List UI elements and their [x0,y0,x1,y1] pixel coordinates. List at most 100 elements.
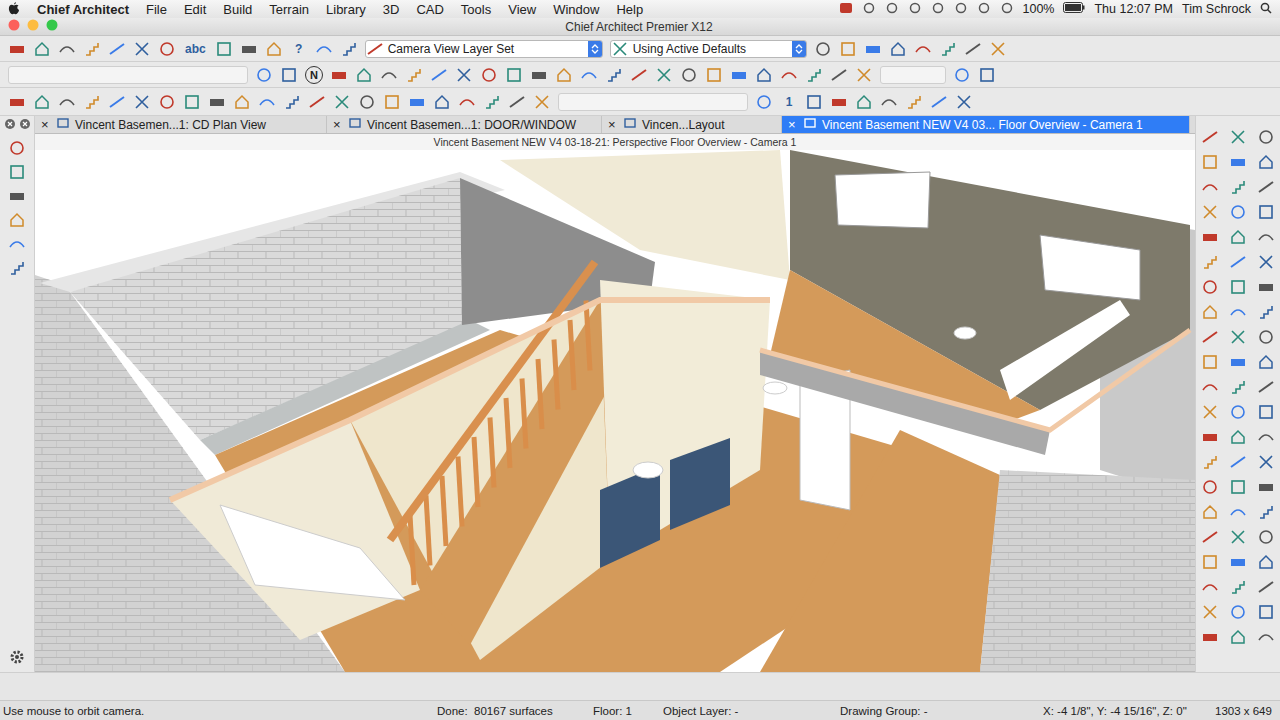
status-menu-icon[interactable] [908,2,922,17]
menu-item[interactable]: Build [223,2,252,17]
tool-icon[interactable] [755,66,773,84]
tool-icon[interactable] [1257,553,1275,571]
tool-icon[interactable] [265,40,283,58]
perspective-render[interactable] [35,150,1195,672]
tool-icon[interactable] [1229,303,1247,321]
tool-icon[interactable] [333,93,351,111]
tool-icon[interactable] [430,66,448,84]
tool-icon[interactable] [1257,603,1275,621]
clock[interactable]: Thu 12:07 PM [1094,2,1173,16]
tool-icon[interactable] [830,93,848,111]
status-menu-icon[interactable] [954,2,968,17]
tool-icon[interactable] [158,40,176,58]
tool-icon[interactable] [8,93,26,111]
tool-icon[interactable] [83,93,101,111]
menu-item[interactable]: Help [616,2,643,17]
tool-icon[interactable] [1201,353,1219,371]
tool-icon[interactable] [280,66,298,84]
tool-icon[interactable] [1201,453,1219,471]
layer-set-dropdown[interactable]: Camera View Layer Set [365,40,603,58]
tool-icon[interactable] [255,66,273,84]
floor-number[interactable]: 1 [780,93,798,111]
status-menu-icon[interactable] [862,2,876,17]
camera-tool-icon[interactable] [8,187,26,205]
tool-icon[interactable] [1201,603,1219,621]
tool-icon[interactable] [480,66,498,84]
tool-icon[interactable] [1201,528,1219,546]
tool-icon[interactable] [978,66,996,84]
status-menu-icon[interactable] [931,2,945,17]
status-menu-icon[interactable] [1000,2,1014,17]
close-button-icon[interactable] [8,19,20,34]
tool-icon[interactable] [1201,203,1219,221]
tool-icon[interactable] [1201,128,1219,146]
tool-icon[interactable] [1229,253,1247,271]
tool-icon[interactable] [1201,403,1219,421]
tool-icon[interactable] [380,66,398,84]
tool-icon[interactable] [839,40,857,58]
tool-icon[interactable] [405,66,423,84]
tool-icon[interactable] [1229,478,1247,496]
tool-icon[interactable] [580,66,598,84]
tool-icon[interactable] [1201,178,1219,196]
tool-icon[interactable] [258,93,276,111]
tool-icon[interactable] [358,93,376,111]
tool-icon[interactable] [1201,328,1219,346]
dropdown-arrow-icon[interactable] [588,41,602,57]
menu-item[interactable]: Tools [461,2,491,17]
tool-icon[interactable] [233,93,251,111]
tool-icon[interactable] [1201,303,1219,321]
tool-icon[interactable] [780,66,798,84]
tool-icon[interactable] [989,40,1007,58]
tool-icon[interactable] [1229,428,1247,446]
tool-icon[interactable] [215,40,233,58]
tool-icon[interactable] [1229,378,1247,396]
tool-icon[interactable] [308,93,326,111]
tool-icon[interactable] [1229,503,1247,521]
tool-icon[interactable] [1257,628,1275,646]
tool-icon[interactable] [930,93,948,111]
tool-icon[interactable] [1229,153,1247,171]
tool-icon[interactable] [1257,278,1275,296]
tool-icon[interactable] [939,40,957,58]
tool-icon[interactable] [1257,253,1275,271]
tool-icon[interactable] [1257,528,1275,546]
tool-icon[interactable] [1229,603,1247,621]
menu-item[interactable]: File [146,2,167,17]
search-icon[interactable] [1260,2,1272,17]
tool-icon[interactable] [1201,228,1219,246]
tool-icon[interactable] [605,66,623,84]
tool-icon[interactable] [1201,153,1219,171]
tool-icon[interactable] [855,93,873,111]
tool-icon[interactable] [680,66,698,84]
layer-icon[interactable] [611,40,629,58]
tool-icon[interactable] [458,93,476,111]
tool-icon[interactable] [1257,303,1275,321]
menu-item[interactable]: View [508,2,536,17]
close-view-icon[interactable] [19,118,31,133]
tool-icon[interactable] [1257,453,1275,471]
tool-icon[interactable] [505,66,523,84]
menu-item[interactable]: Edit [184,2,206,17]
tool-icon[interactable] [1229,403,1247,421]
tool-icon[interactable] [1257,353,1275,371]
tool-icon[interactable] [158,93,176,111]
tool-icon[interactable] [1257,478,1275,496]
tool-icon[interactable] [1229,578,1247,596]
apple-icon[interactable] [8,1,20,18]
spell-check-button[interactable]: abc [183,40,208,58]
status-menu-icon[interactable] [977,2,991,17]
camera-tool-icon[interactable] [8,211,26,229]
tab-close-button[interactable]: × [608,117,618,132]
tab-close-button[interactable]: × [41,117,51,132]
north-pointer-button[interactable]: N [305,66,323,84]
tool-icon[interactable] [1257,328,1275,346]
tool-icon[interactable] [914,40,932,58]
tool-icon[interactable] [1257,178,1275,196]
tool-icon[interactable] [1201,628,1219,646]
tool-icon[interactable] [58,40,76,58]
tool-icon[interactable] [58,93,76,111]
tool-icon[interactable] [83,40,101,58]
tool-icon[interactable] [864,40,882,58]
object-field[interactable] [558,93,748,111]
